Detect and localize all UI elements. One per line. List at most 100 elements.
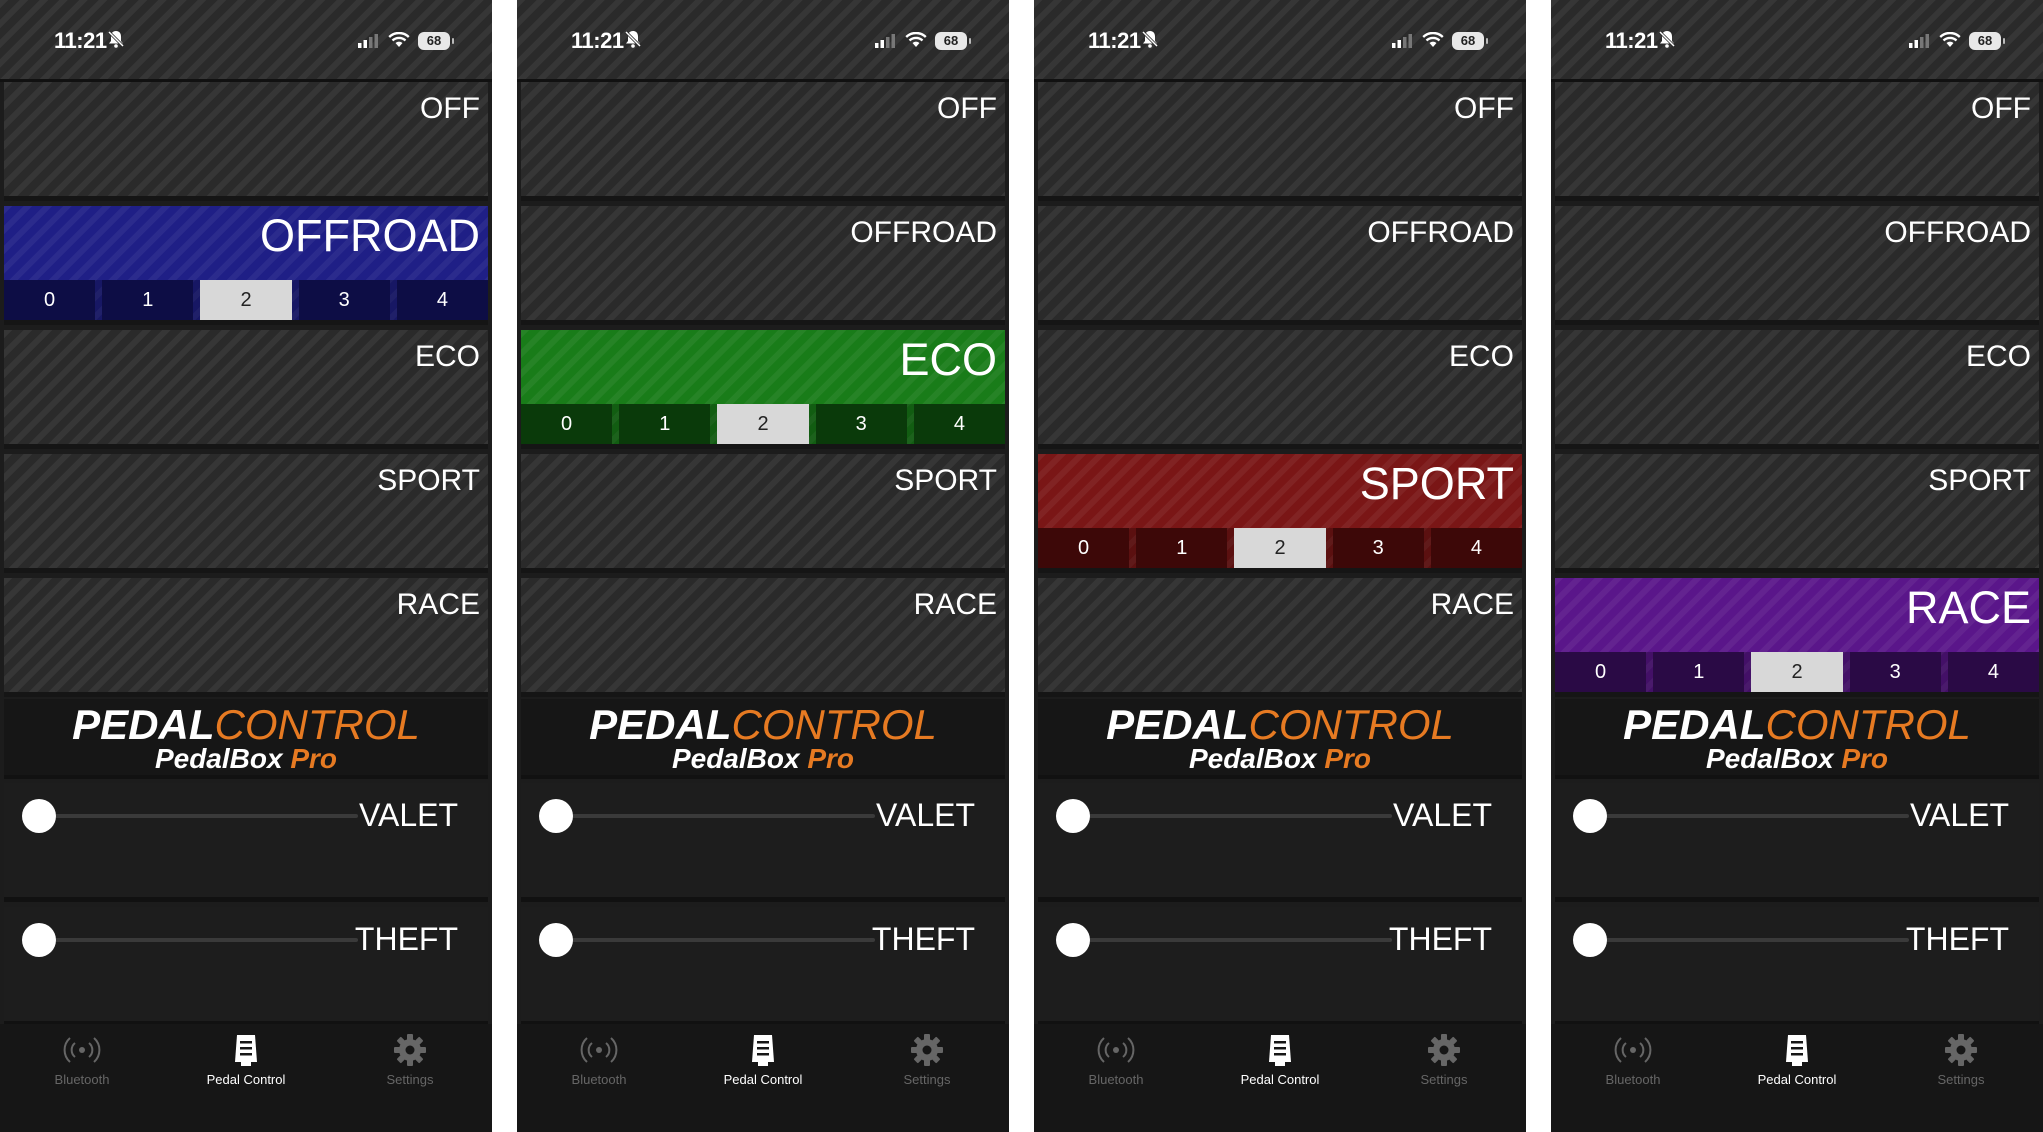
level-button-3[interactable]: 3 xyxy=(1849,652,1941,692)
gear-icon xyxy=(394,1034,426,1066)
tab-settings[interactable]: Settings xyxy=(857,1032,997,1087)
tab-pedal-control[interactable]: Pedal Control xyxy=(1210,1032,1350,1087)
valet-slider-track[interactable] xyxy=(559,814,875,818)
tab-pedal-control[interactable]: Pedal Control xyxy=(1727,1032,1867,1087)
valet-toggle[interactable] xyxy=(1573,799,1607,833)
status-time: 11:21 xyxy=(54,28,107,53)
mode-eco[interactable]: ECO xyxy=(4,330,488,449)
theft-toggle[interactable] xyxy=(1056,923,1090,957)
battery-icon: 68 xyxy=(935,32,971,50)
mode-sport[interactable]: SPORT xyxy=(1555,454,2039,573)
brand-pedal-text: PEDAL xyxy=(72,701,215,748)
mode-race[interactable]: RACE xyxy=(1038,578,1522,697)
level-button-4[interactable]: 4 xyxy=(1947,652,2040,692)
gear-icon xyxy=(1428,1034,1460,1066)
mode-off[interactable]: OFF xyxy=(4,82,488,201)
mode-race[interactable]: RACE xyxy=(4,578,488,697)
brand-title: PEDALCONTROL xyxy=(1038,701,1522,749)
status-bar: 11:21 68 xyxy=(517,0,1009,82)
mode-label: ECO xyxy=(414,340,480,373)
tab-pedal-control-label: Pedal Control xyxy=(1240,1072,1320,1087)
brand-sub-main: PedalBox xyxy=(671,743,808,774)
mode-offroad[interactable]: OFFROAD xyxy=(1555,206,2039,325)
tab-bluetooth[interactable]: Bluetooth xyxy=(1046,1032,1186,1087)
level-button-2[interactable]: 2 xyxy=(717,404,809,444)
level-button-3[interactable]: 3 xyxy=(298,280,390,320)
status-time: 11:21 xyxy=(571,28,624,53)
level-button-4[interactable]: 4 xyxy=(913,404,1006,444)
mode-eco[interactable]: ECO 01234 xyxy=(521,330,1006,449)
level-button-0[interactable]: 0 xyxy=(4,280,96,320)
level-button-0[interactable]: 0 xyxy=(521,404,613,444)
status-bar: 11:21 68 xyxy=(1551,0,2043,82)
theft-slider-track[interactable] xyxy=(1076,938,1392,942)
mode-label: RACE xyxy=(396,588,480,621)
valet-row: VALET xyxy=(1555,783,2039,902)
level-selector: 01234 xyxy=(1038,528,1523,568)
valet-slider-track[interactable] xyxy=(1593,814,1909,818)
mode-off[interactable]: OFF xyxy=(1038,82,1522,201)
tab-bluetooth[interactable]: Bluetooth xyxy=(529,1032,669,1087)
tab-settings[interactable]: Settings xyxy=(1374,1032,1514,1087)
brand-sub-main: PedalBox xyxy=(154,743,291,774)
valet-slider-track[interactable] xyxy=(1076,814,1392,818)
level-button-2[interactable]: 2 xyxy=(1751,652,1843,692)
mode-eco[interactable]: ECO xyxy=(1555,330,2039,449)
mode-label: OFF xyxy=(420,92,480,125)
mode-offroad[interactable]: OFFROAD 01234 xyxy=(4,206,489,325)
level-button-3[interactable]: 3 xyxy=(815,404,907,444)
valet-toggle[interactable] xyxy=(22,799,56,833)
mode-offroad[interactable]: OFFROAD xyxy=(521,206,1005,325)
theft-toggle[interactable] xyxy=(539,923,573,957)
valet-toggle[interactable] xyxy=(1056,799,1090,833)
tab-bluetooth[interactable]: Bluetooth xyxy=(12,1032,152,1087)
mode-sport[interactable]: SPORT 01234 xyxy=(1038,454,1523,573)
mode-off[interactable]: OFF xyxy=(1555,82,2039,201)
tab-pedal-control[interactable]: Pedal Control xyxy=(693,1032,833,1087)
level-button-0[interactable]: 0 xyxy=(1038,528,1130,568)
theft-toggle[interactable] xyxy=(22,923,56,957)
brand-title: PEDALCONTROL xyxy=(4,701,488,749)
brand-subtitle: PedalBox Pro xyxy=(4,743,488,775)
mode-label: OFF xyxy=(1971,92,2031,125)
level-button-2[interactable]: 2 xyxy=(200,280,292,320)
level-button-4[interactable]: 4 xyxy=(1430,528,1523,568)
level-button-2[interactable]: 2 xyxy=(1234,528,1326,568)
level-button-3[interactable]: 3 xyxy=(1332,528,1424,568)
level-button-1[interactable]: 1 xyxy=(102,280,194,320)
theft-slider-track[interactable] xyxy=(1593,938,1909,942)
mode-sport[interactable]: SPORT xyxy=(4,454,488,573)
tab-settings[interactable]: Settings xyxy=(1891,1032,2031,1087)
tab-settings[interactable]: Settings xyxy=(340,1032,480,1087)
phone-screen-3: 11:21 68 OFF OFFROAD ECO SPORT 0 1 2 3 4… xyxy=(1034,0,1526,1132)
theft-slider-track[interactable] xyxy=(42,938,358,942)
mode-label: OFFROAD xyxy=(1884,216,2031,249)
valet-toggle[interactable] xyxy=(539,799,573,833)
level-button-4[interactable]: 4 xyxy=(396,280,489,320)
bell-slash-icon xyxy=(1659,30,1675,48)
mode-race[interactable]: RACE 01234 xyxy=(1555,578,2040,697)
mode-race[interactable]: RACE xyxy=(521,578,1005,697)
theft-toggle[interactable] xyxy=(1573,923,1607,957)
mode-off[interactable]: OFF xyxy=(521,82,1005,201)
tab-pedal-control[interactable]: Pedal Control xyxy=(176,1032,316,1087)
valet-slider-track[interactable] xyxy=(42,814,358,818)
brand-sub-main: PedalBox xyxy=(1705,743,1842,774)
level-button-1[interactable]: 1 xyxy=(619,404,711,444)
mode-label: RACE xyxy=(913,588,997,621)
theft-slider-track[interactable] xyxy=(559,938,875,942)
bell-slash-icon xyxy=(108,30,124,48)
level-button-1[interactable]: 1 xyxy=(1653,652,1745,692)
brand-sub-pro: Pro xyxy=(1841,743,1889,774)
tab-bluetooth[interactable]: Bluetooth xyxy=(1563,1032,1703,1087)
theft-row: THEFT xyxy=(4,907,488,1026)
tab-pedal-control-label: Pedal Control xyxy=(206,1072,286,1087)
status-time: 11:21 xyxy=(1605,28,1658,53)
mode-sport[interactable]: SPORT xyxy=(521,454,1005,573)
brand-pedal-text: PEDAL xyxy=(1623,701,1766,748)
mode-offroad[interactable]: OFFROAD xyxy=(1038,206,1522,325)
mode-eco[interactable]: ECO xyxy=(1038,330,1522,449)
level-button-0[interactable]: 0 xyxy=(1555,652,1647,692)
level-button-1[interactable]: 1 xyxy=(1136,528,1228,568)
mode-label: SPORT xyxy=(377,464,480,497)
